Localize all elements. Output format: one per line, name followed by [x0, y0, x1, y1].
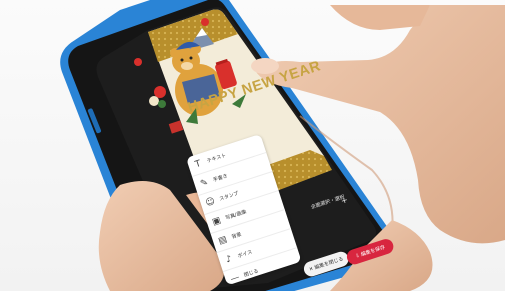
close-icon: — [229, 272, 241, 285]
photo-scene: HAPPY NEW YEAR T テキスト ✎ 手書き ☺ スタンプ ▣ 写真/… [0, 0, 505, 291]
voice-icon: ♪ [224, 253, 234, 265]
handwriting-icon: ✎ [199, 177, 210, 190]
menu-item-label: 手書き [212, 173, 229, 184]
text-icon: T [193, 158, 203, 170]
menu-item-label: ボイス [237, 249, 254, 260]
menu-item-label: テキスト [206, 152, 227, 165]
menu-item-label: 背景 [230, 231, 243, 241]
background-icon: ▤ [217, 234, 229, 247]
photo-icon: ▣ [210, 215, 223, 228]
menu-item-label: 写真/画像 [224, 209, 248, 222]
stamp-icon: ☺ [204, 195, 217, 209]
menu-item-label: 閉じる [243, 268, 260, 279]
menu-item-label: スタンプ [218, 190, 240, 203]
